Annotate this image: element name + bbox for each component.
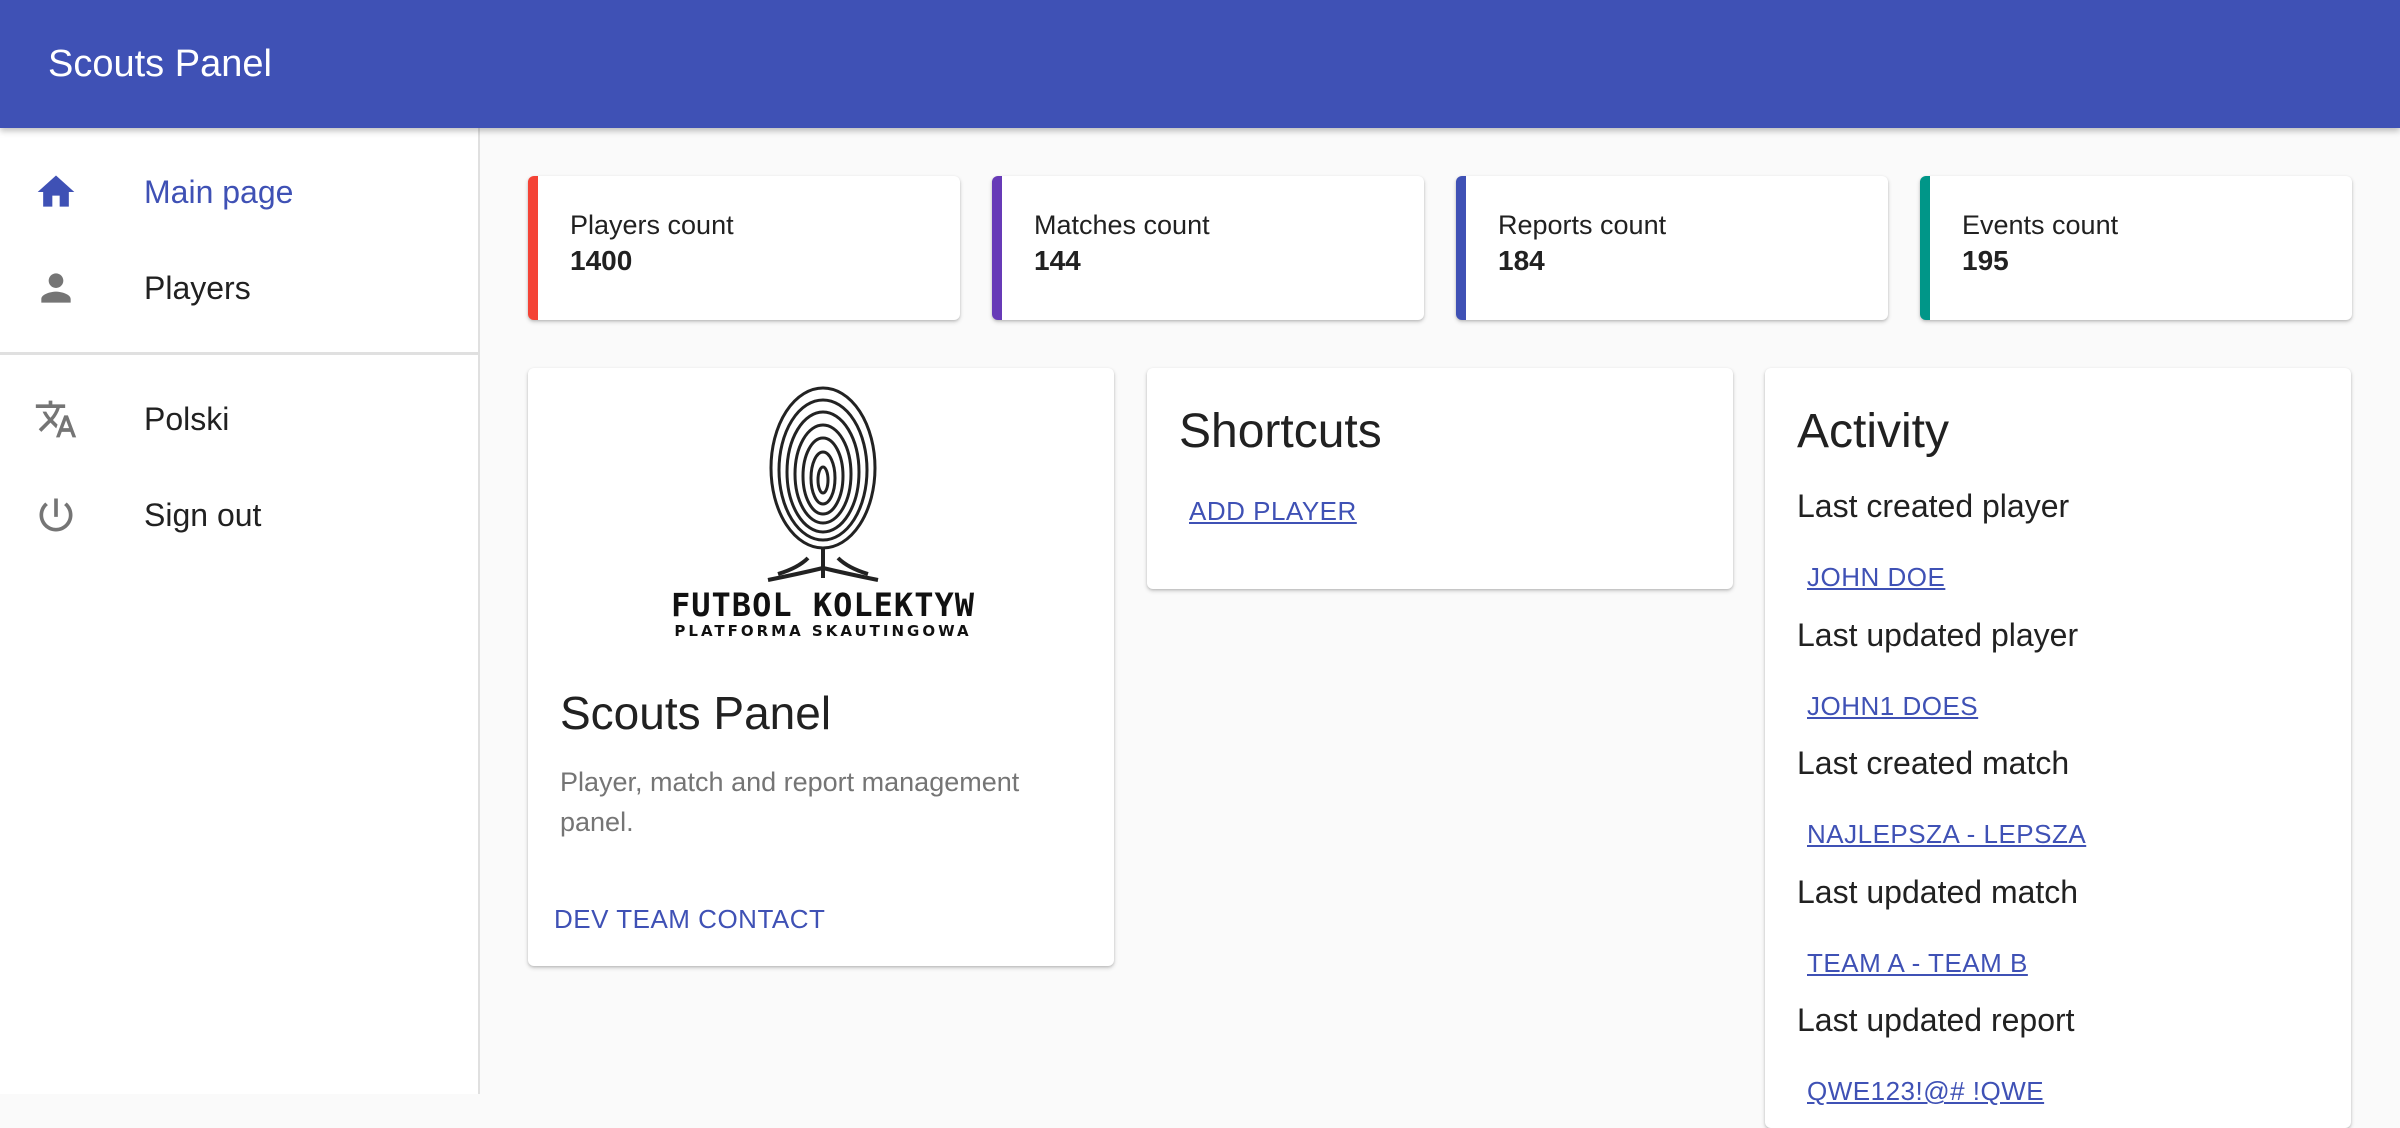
sidebar-item-label: Main page [144, 173, 294, 210]
shortcuts-card: Shortcuts ADD PLAYER [1147, 368, 1733, 589]
about-card: FUTBOL KOLEKTYW PLATFORMA SKAUTINGOWA Sc… [528, 368, 1114, 966]
add-player-button[interactable]: ADD PLAYER [1189, 496, 1357, 527]
nav-group-settings: Polski Sign out [0, 355, 478, 563]
translate-icon [32, 395, 80, 443]
about-description: Player, match and report management pane… [560, 767, 1020, 837]
logo: FUTBOL KOLEKTYW PLATFORMA SKAUTINGOWA [658, 378, 988, 640]
about-title: Scouts Panel [560, 687, 832, 739]
activity-label: Last updated report [1797, 1002, 2075, 1038]
power-icon [32, 491, 80, 539]
last-created-match-link[interactable]: NAJLEPSZA - LEPSZA [1807, 819, 2086, 850]
sidebar-item-sign-out[interactable]: Sign out [0, 467, 478, 563]
app-bar: Scouts Panel [0, 0, 2400, 128]
stat-label: Reports count [1498, 210, 1667, 240]
last-created-player-link[interactable]: JOHN DOE [1807, 562, 1945, 593]
shortcuts-title: Shortcuts [1179, 405, 1382, 458]
sidebar-item-players[interactable]: Players [0, 240, 478, 336]
activity-label: Last updated player [1797, 617, 2079, 653]
stat-label: Players count [570, 210, 734, 240]
activity-title: Activity [1797, 405, 1950, 458]
person-icon [32, 264, 80, 312]
last-updated-match-link[interactable]: TEAM A - TEAM B [1807, 948, 2028, 979]
logo-subtitle: PLATFORMA SKAUTINGOWA [674, 622, 972, 640]
sidebar-item-label: Players [144, 269, 251, 306]
stat-label: Events count [1962, 210, 2119, 240]
activity-label: Last updated match [1797, 874, 2079, 910]
last-updated-report-link[interactable]: QWE123!@# !QWE [1807, 1076, 2044, 1107]
activity-label: Last created match [1797, 745, 2070, 781]
activity-card: Activity Last created player JOHN DOE La… [1765, 368, 2351, 1128]
sidebar-item-language[interactable]: Polski [0, 371, 478, 467]
fingerprint-icon [767, 386, 879, 582]
activity-label: Last created player [1797, 488, 2070, 524]
sidebar-item-main-page[interactable]: Main page [0, 144, 478, 240]
dev-team-contact-button[interactable]: DEV TEAM CONTACT [554, 904, 825, 935]
sidebar: Main page Players Polski Sign out [0, 128, 480, 1094]
sidebar-item-label: Sign out [144, 496, 262, 533]
stat-value: 195 [1962, 245, 2009, 277]
stat-value: 1400 [570, 245, 633, 277]
stat-card-players: Players count 1400 [528, 176, 960, 320]
logo-title: FUTBOL KOLEKTYW [671, 586, 975, 624]
stat-value: 184 [1498, 245, 1545, 277]
last-updated-player-link[interactable]: JOHN1 DOES [1807, 691, 1978, 722]
stat-card-matches: Matches count 144 [992, 176, 1424, 320]
nav-group-main: Main page Players [0, 128, 478, 352]
app-title: Scouts Panel [48, 42, 272, 85]
sidebar-item-label: Polski [144, 400, 230, 437]
stat-value: 144 [1034, 245, 1081, 277]
stat-label: Matches count [1034, 210, 1210, 240]
stat-card-reports: Reports count 184 [1456, 176, 1888, 320]
stat-card-events: Events count 195 [1920, 176, 2352, 320]
home-icon [32, 168, 80, 216]
